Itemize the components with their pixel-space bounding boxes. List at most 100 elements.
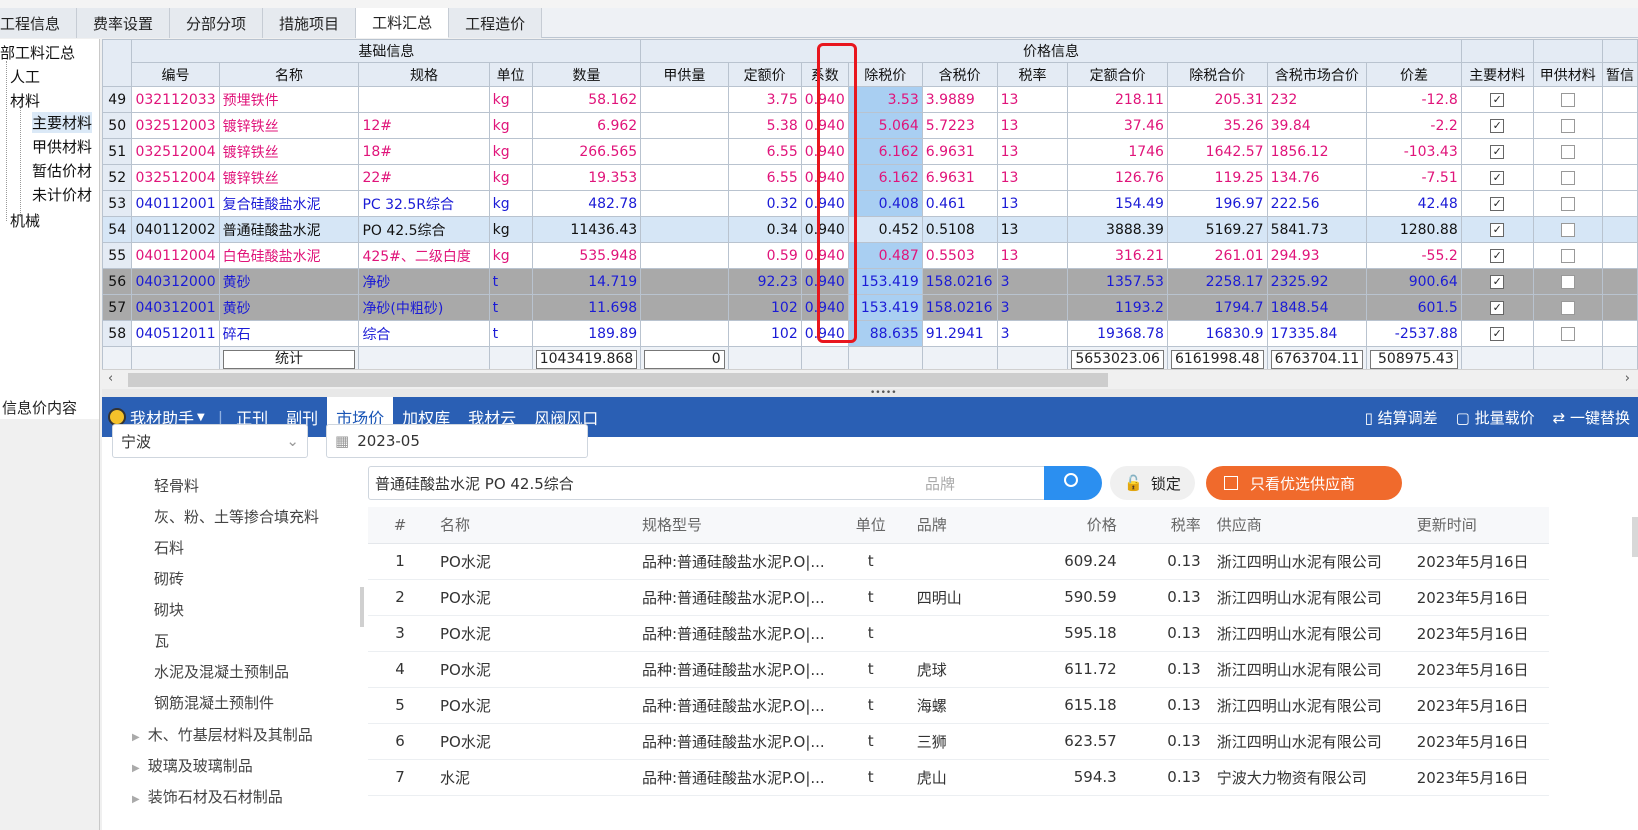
category-item[interactable]: 砌砖 [154,568,184,589]
cell-coefficient[interactable]: 0.940 [800,294,849,321]
result-row[interactable]: 4 PO水泥 品种:普通硅酸盐水泥P.O|... t 虎球 611.72 0.13 浙江四明山… [368,651,1549,688]
cell-tax-rate[interactable]: 13 [996,138,1069,165]
cell-spec[interactable]: 22# [358,164,490,191]
main-material-checkbox[interactable]: ✓ [1490,92,1505,107]
result-row[interactable]: 3 PO水泥 品种:普通硅酸盐水泥P.O|... t 595.18 0.13 浙江四明山水泥… [368,615,1549,652]
cell-pretax-price[interactable]: 0.452 [847,216,923,243]
cell-taxed-price[interactable]: 0.5108 [921,216,998,243]
cell-price-diff[interactable]: -7.51 [1366,164,1462,191]
cell-quota-price[interactable]: 3.75 [727,86,802,113]
tree-item-main-material[interactable]: 主要材料 [32,112,93,133]
cell-unit[interactable]: kg [488,112,533,139]
cell-quota-price[interactable]: 102 [727,320,802,347]
cell-main-material[interactable]: ✓ [1460,320,1534,347]
cell-provisional[interactable] [1601,294,1638,321]
supplied-material-checkbox[interactable] [1560,118,1575,133]
result-header[interactable]: 税率 [1124,507,1209,544]
cell-name[interactable]: 复合硅酸盐水泥 [218,190,360,217]
date-picker[interactable]: ▦ 2023-05 [326,424,588,458]
scroll-left-icon[interactable]: ‹ [108,371,113,386]
cell-price-diff[interactable]: -2537.88 [1366,320,1462,347]
cell-code[interactable]: 040112001 [131,190,220,217]
grid-header[interactable]: 单位 [488,62,533,87]
cell-pretax-total[interactable]: 205.31 [1166,86,1268,113]
cell-qty[interactable]: 189.89 [531,320,642,347]
cell-quota-total[interactable]: 316.21 [1067,242,1168,269]
cell-spec[interactable]: 12# [358,112,490,139]
cell-name[interactable]: 普通硅酸盐水泥 [218,216,360,243]
cell-code[interactable]: 032512004 [131,138,220,165]
result-header[interactable]: 单位 [832,507,909,544]
table-row[interactable]: 52 032512004 镀锌铁丝 22# kg 19.353 6.55 0.940 6.162… [102,164,1638,191]
result-scrollbar[interactable] [1632,517,1638,557]
cell-pretax-price[interactable]: 153.419 [847,294,923,321]
cell-qty[interactable]: 482.78 [531,190,642,217]
tree-root[interactable]: 部工料汇总 [0,42,75,63]
cell-coefficient[interactable]: 0.940 [800,216,849,243]
main-material-checkbox[interactable]: ✓ [1490,248,1505,263]
cell-unit[interactable]: kg [488,138,533,165]
cell-code[interactable]: 040112002 [131,216,220,243]
cell-quota-total[interactable]: 1357.53 [1067,268,1168,295]
cell-coefficient[interactable]: 0.940 [800,242,849,269]
cell-provisional[interactable] [1601,164,1638,191]
result-vendor-link[interactable]: 浙江四明山水泥有限公司 [1208,723,1409,760]
cell-supplied-material[interactable] [1532,190,1603,217]
cell-qty[interactable]: 6.962 [531,112,642,139]
cell-supplied-material[interactable] [1532,268,1603,295]
category-group[interactable]: ▶ 装饰石材及石材制品 [132,786,283,807]
cell-quota-price[interactable]: 102 [727,294,802,321]
grid-header[interactable]: 除税价 [847,62,923,87]
lock-button[interactable]: 🔓 锁定 [1110,466,1195,500]
cell-quota-price[interactable]: 0.32 [727,190,802,217]
cell-name[interactable]: 镀锌铁丝 [218,164,360,191]
cell-pretax-total[interactable]: 2258.17 [1166,268,1268,295]
cell-spec[interactable]: 425#、二级白度 [358,242,490,269]
cell-taxed-price[interactable]: 3.9889 [921,86,998,113]
main-material-checkbox[interactable]: ✓ [1490,144,1505,159]
cell-tax-rate[interactable]: 13 [996,112,1069,139]
cell-coefficient[interactable]: 0.940 [800,138,849,165]
cell-coefficient[interactable]: 0.940 [800,320,849,347]
cell-coefficient[interactable]: 0.940 [800,112,849,139]
cell-quota-price[interactable]: 0.34 [727,216,802,243]
cell-spec[interactable]: 净砂(中粗砂) [358,294,490,321]
result-vendor-link[interactable]: 浙江四明山水泥有限公司 [1208,615,1409,652]
cell-tax-rate[interactable]: 13 [996,216,1069,243]
cell-market-total[interactable]: 17335.84 [1266,320,1368,347]
cell-taxed-price[interactable]: 6.9631 [921,164,998,191]
cell-main-material[interactable]: ✓ [1460,164,1534,191]
cell-main-material[interactable]: ✓ [1460,86,1534,113]
supplied-material-checkbox[interactable] [1560,170,1575,185]
cell-market-total[interactable]: 1848.54 [1266,294,1368,321]
tree-item-supplied-material[interactable]: 甲供材料 [32,136,92,157]
tab-subitems[interactable]: 分部分项 [170,8,264,38]
cell-main-material[interactable]: ✓ [1460,112,1534,139]
cell-price-diff[interactable]: -55.2 [1366,242,1462,269]
cell-taxed-price[interactable]: 158.0216 [921,294,998,321]
cell-quota-price[interactable]: 6.55 [727,138,802,165]
cell-tax-rate[interactable]: 13 [996,86,1069,113]
cell-supplied-material[interactable] [1532,112,1603,139]
cell-unit[interactable]: t [488,268,533,295]
cell-provisional[interactable] [1601,86,1638,113]
result-header[interactable]: 价格 [1010,507,1125,544]
main-material-checkbox[interactable]: ✓ [1490,196,1505,211]
cell-supplied-material[interactable] [1532,164,1603,191]
grid-header[interactable]: 主要材料 [1460,62,1534,87]
cell-quota-total[interactable]: 19368.78 [1067,320,1168,347]
cell-pretax-price[interactable]: 5.064 [847,112,923,139]
grid-header[interactable]: 甲供材料 [1532,62,1603,87]
cell-price-diff[interactable]: -12.8 [1366,86,1462,113]
cell-supplied-qty[interactable] [640,86,729,113]
cell-spec[interactable]: 净砂 [358,268,490,295]
cell-pretax-total[interactable]: 196.97 [1166,190,1268,217]
cell-supplied-qty[interactable] [640,216,729,243]
search-input[interactable]: 普通硅酸盐水泥 PO 42.5综合 [368,466,946,500]
table-row[interactable]: 55 040112004 白色硅酸盐水泥 425#、二级白度 kg 535.948 0.59… [102,242,1638,269]
cell-price-diff[interactable]: 900.64 [1366,268,1462,295]
cell-market-total[interactable]: 232 [1266,86,1368,113]
cell-name[interactable]: 碎石 [218,320,360,347]
cell-pretax-price[interactable]: 3.53 [847,86,923,113]
cell-supplied-qty[interactable] [640,268,729,295]
